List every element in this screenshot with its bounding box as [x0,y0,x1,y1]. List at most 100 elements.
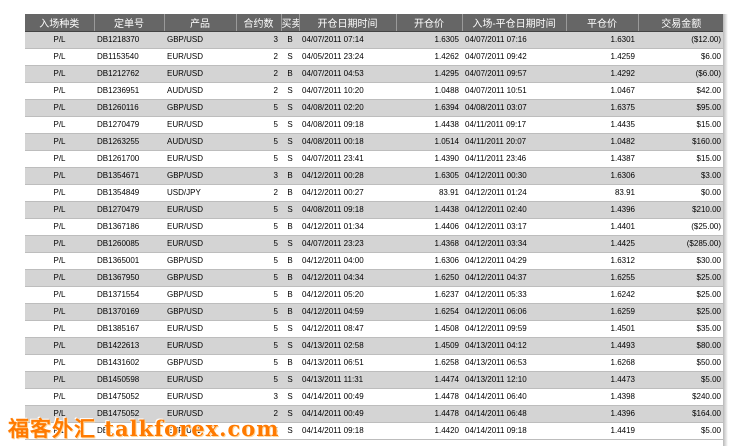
cell-entry-type: P/L [25,303,94,321]
header-contracts[interactable]: 合约数 [236,14,282,32]
cell-open-price: 1.6237 [396,286,462,304]
cell-open-datetime: 04/14/2011 00:49 [299,405,396,423]
header-entry-type[interactable]: 入场种类 [25,14,95,32]
cell-product: GBP/USD [164,286,236,304]
table-row[interactable]: P/L DB1260116 GBP/USD 5 S 04/08/2011 02:20 1.6… [25,99,724,117]
cell-side: S [281,371,299,389]
cell-contracts: 2 [236,82,281,100]
cell-contracts: 3 [236,388,281,406]
cell-open-price: 1.4438 [396,116,462,134]
header-order-id[interactable]: 定单号 [94,14,165,32]
cell-open-price: 1.4478 [396,405,462,423]
cell-contracts: 5 [236,269,281,287]
cell-contracts: 5 [236,201,281,219]
cell-entry-type: P/L [25,48,94,66]
table-row[interactable]: P/L DB1431602 GBP/USD 5 B 04/13/2011 06:51 1.6… [25,354,724,372]
cell-side: S [281,116,299,134]
cell-entry-type: P/L [25,65,94,83]
header-product[interactable]: 产品 [164,14,237,32]
cell-close-datetime: 04/12/2011 09:59 [462,320,566,338]
cell-open-price: 1.4262 [396,48,462,66]
trade-history-table-container: 入场种类 定单号 产品 合约数 买卖 开仓日期时间 开仓价 入场-平仓日期时间 … [25,14,724,446]
cell-close-price: 1.4435 [566,116,638,134]
table-row[interactable]: P/L DB1367950 GBP/USD 5 B 04/12/2011 04:34 1.6… [25,269,724,287]
cell-close-price: 83.91 [566,184,638,202]
table-row[interactable]: P/L DB1370169 GBP/USD 5 B 04/12/2011 04:59 1.6… [25,303,724,321]
table-row[interactable]: P/L DB1212762 EUR/USD 2 B 04/07/2011 04:53 1.4… [25,65,724,83]
header-close-price[interactable]: 平仓价 [566,14,639,32]
cell-amount: $42.00 [638,82,724,100]
cell-side: B [281,354,299,372]
cell-open-datetime: 04/12/2011 00:27 [299,184,396,202]
cell-order-id: DB1450598 [94,371,164,389]
cell-contracts: 5 [236,99,281,117]
cell-amount: ($285.00) [638,235,724,253]
cell-open-datetime: 04/14/2011 09:18 [299,422,396,440]
cell-contracts: 5 [236,218,281,236]
table-row[interactable]: P/L DB1263255 AUD/USD 5 S 04/08/2011 00:18 1.0… [25,133,724,151]
table-row[interactable]: P/L DB1385167 EUR/USD 5 S 04/12/2011 08:47 1.4… [25,320,724,338]
cell-entry-type: P/L [25,99,94,117]
cell-order-id: DB1236951 [94,82,164,100]
table-row[interactable]: P/L DB1260085 EUR/USD 5 S 04/07/2011 23:23 1.4… [25,235,724,253]
cell-close-datetime: 04/14/2011 06:48 [462,405,566,423]
cell-close-datetime: 04/12/2011 00:30 [462,167,566,185]
cell-open-datetime: 04/08/2011 09:18 [299,116,396,134]
cell-product: EUR/USD [164,218,236,236]
table-row[interactable]: P/L DB1450598 EUR/USD 5 S 04/13/2011 11:31 1.4… [25,371,724,389]
table-row[interactable]: P/L DB1365001 GBP/USD 5 B 04/12/2011 04:00 1.6… [25,252,724,270]
cell-close-price: 1.6242 [566,286,638,304]
cell-entry-type: P/L [25,371,94,389]
cell-amount: $160.00 [638,133,724,151]
cell-product: GBP/USD [164,354,236,372]
cell-product: AUD/USD [164,133,236,151]
header-close-datetime[interactable]: 入场-平仓日期时间 [462,14,567,32]
cell-contracts: 2 [236,48,281,66]
cell-close-price: 1.6259 [566,303,638,321]
cell-contracts: 5 [236,337,281,355]
cell-order-id: DB1218370 [94,31,164,49]
cell-entry-type: P/L [25,354,94,372]
header-open-price[interactable]: 开仓价 [396,14,463,32]
cell-amount: $25.00 [638,303,724,321]
cell-close-price: 1.0482 [566,133,638,151]
cell-side: B [281,31,299,49]
cell-close-price: 1.4396 [566,405,638,423]
cell-product: GBP/USD [164,31,236,49]
table-row[interactable]: P/L DB1475052 EUR/USD 3 S 04/14/2011 00:49 1.4… [25,388,724,406]
cell-product: GBP/USD [164,167,236,185]
cell-amount: $35.00 [638,320,724,338]
table-row[interactable]: P/L DB1153540 EUR/USD 2 S 04/05/2011 23:24 1.4… [25,48,724,66]
cell-open-price: 1.4406 [396,218,462,236]
cell-entry-type: P/L [25,269,94,287]
cell-side: S [281,133,299,151]
cell-close-price: 1.4292 [566,65,638,83]
cell-order-id: DB1370169 [94,303,164,321]
table-row[interactable]: P/L DB1236951 AUD/USD 2 S 04/07/2011 10:20 1.0… [25,82,724,100]
cell-order-id: DB1261700 [94,150,164,168]
cell-product: EUR/USD [164,371,236,389]
cell-contracts: 2 [236,65,281,83]
cell-close-datetime: 04/13/2011 04:12 [462,337,566,355]
cell-order-id: DB1354849 [94,184,164,202]
header-open-datetime[interactable]: 开仓日期时间 [299,14,397,32]
table-row[interactable]: P/L DB1270479 EUR/USD 5 S 04/08/2011 09:18 1.4… [25,201,724,219]
cell-close-datetime: 04/08/2011 03:07 [462,99,566,117]
cell-contracts: 5 [236,235,281,253]
cell-open-price: 1.6305 [396,31,462,49]
table-row[interactable]: P/L DB1354671 GBP/USD 3 B 04/12/2011 00:28 1.6… [25,167,724,185]
header-amount[interactable]: 交易金额 [638,14,724,32]
cell-close-price: 1.4396 [566,201,638,219]
trade-history-table: 入场种类 定单号 产品 合约数 买卖 开仓日期时间 开仓价 入场-平仓日期时间 … [25,14,724,440]
table-row[interactable]: P/L DB1371554 GBP/USD 5 B 04/12/2011 05:20 1.6… [25,286,724,304]
cell-close-price: 1.4425 [566,235,638,253]
cell-product: EUR/USD [164,235,236,253]
table-row[interactable]: P/L DB1270479 EUR/USD 5 S 04/08/2011 09:18 1.4… [25,116,724,134]
table-row[interactable]: P/L DB1261700 EUR/USD 5 S 04/07/2011 23:41 1.4… [25,150,724,168]
cell-amount: $5.00 [638,422,724,440]
table-row[interactable]: P/L DB1218370 GBP/USD 3 B 04/07/2011 07:14 1.6… [25,31,724,49]
table-row[interactable]: P/L DB1354849 USD/JPY 2 B 04/12/2011 00:27 83.… [25,184,724,202]
table-row[interactable]: P/L DB1422613 EUR/USD 5 S 04/13/2011 02:58 1.4… [25,337,724,355]
table-row[interactable]: P/L DB1367186 EUR/USD 5 B 04/12/2011 01:34 1.4… [25,218,724,236]
header-side[interactable]: 买卖 [281,14,300,32]
